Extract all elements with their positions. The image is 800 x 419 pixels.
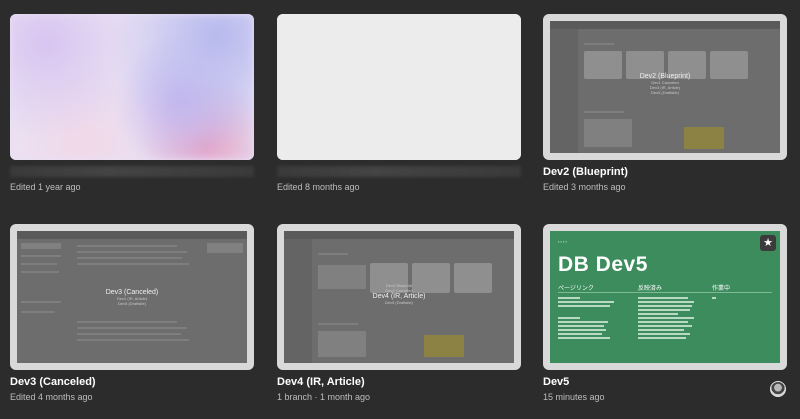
blurred-title bbox=[10, 166, 254, 177]
file-title[interactable]: Dev4 (IR, Article) bbox=[277, 376, 365, 388]
overlay-line: Dev5 (Draftsite) bbox=[650, 90, 679, 95]
file-thumbnail[interactable]: Dev2 Blueprint Dev3 Canceled Dev4 (IR, A… bbox=[277, 224, 521, 370]
file-meta: 15 minutes ago bbox=[543, 392, 605, 402]
file-title[interactable]: Dev2 (Blueprint) bbox=[543, 166, 628, 178]
file-meta: Edited 8 months ago bbox=[277, 182, 360, 192]
slide-heading: DB Dev5 bbox=[558, 253, 648, 276]
file-card[interactable]: Dev2 (Blueprint) Dev1 Canceled Dev3 (IR,… bbox=[543, 14, 787, 192]
slide-column-heading: 作業中 bbox=[712, 286, 731, 292]
overlay-title: Dev2 (Blueprint) bbox=[639, 73, 691, 80]
file-title[interactable]: Dev5 bbox=[543, 376, 569, 388]
blurred-title bbox=[277, 166, 521, 177]
file-meta: Edited 4 months ago bbox=[10, 392, 93, 402]
file-thumbnail[interactable]: Dev2 (Blueprint) Dev1 Canceled Dev3 (IR,… bbox=[543, 14, 787, 160]
file-thumbnail[interactable]: Dev3 (Canceled) Dev2 (IR, Article) Dev5 … bbox=[10, 224, 254, 370]
overlay-title: Dev3 (Canceled) bbox=[105, 289, 159, 296]
design-preview: Dev3 (Canceled) Dev2 (IR, Article) Dev5 … bbox=[17, 231, 247, 363]
file-thumbnail[interactable]: ▪ ▪ ▪ ▪ DB Dev5 ページリンク 反映済み 作業中 ★ bbox=[543, 224, 787, 370]
file-card[interactable]: Dev3 (Canceled) Dev2 (IR, Article) Dev5 … bbox=[10, 224, 254, 402]
blurred-preview bbox=[10, 14, 254, 160]
overlay-line: Dev5 (Draftsite) bbox=[384, 300, 413, 305]
file-meta: Edited 3 months ago bbox=[543, 182, 626, 192]
file-thumbnail[interactable] bbox=[10, 14, 254, 160]
file-thumbnail[interactable] bbox=[277, 14, 521, 160]
file-meta: Edited 1 year ago bbox=[10, 182, 81, 192]
design-preview: Dev2 (Blueprint) Dev1 Canceled Dev3 (IR,… bbox=[550, 21, 780, 153]
slide-preview: ▪ ▪ ▪ ▪ DB Dev5 ページリンク 反映済み 作業中 bbox=[550, 231, 780, 363]
file-title[interactable]: Dev3 (Canceled) bbox=[10, 376, 96, 388]
user-avatar[interactable] bbox=[770, 381, 786, 397]
slide-column-heading: 反映済み bbox=[638, 286, 663, 292]
design-preview: Dev2 Blueprint Dev3 Canceled Dev4 (IR, A… bbox=[284, 231, 514, 363]
overlay-line: Dev5 (Draftsite) bbox=[117, 301, 146, 306]
star-icon[interactable]: ★ bbox=[760, 235, 776, 251]
file-card[interactable]: Dev2 Blueprint Dev3 Canceled Dev4 (IR, A… bbox=[277, 224, 521, 402]
slide-column-heading: ページリンク bbox=[558, 286, 594, 292]
file-card[interactable]: Edited 8 months ago bbox=[277, 14, 521, 192]
file-meta: 1 branch · 1 month ago bbox=[277, 392, 371, 402]
file-card[interactable]: Edited 1 year ago bbox=[10, 14, 254, 192]
blurred-preview bbox=[277, 14, 521, 160]
overlay-title: Dev4 (IR, Article) bbox=[372, 293, 426, 300]
file-card[interactable]: ▪ ▪ ▪ ▪ DB Dev5 ページリンク 反映済み 作業中 ★ Dev5 1… bbox=[543, 224, 787, 402]
